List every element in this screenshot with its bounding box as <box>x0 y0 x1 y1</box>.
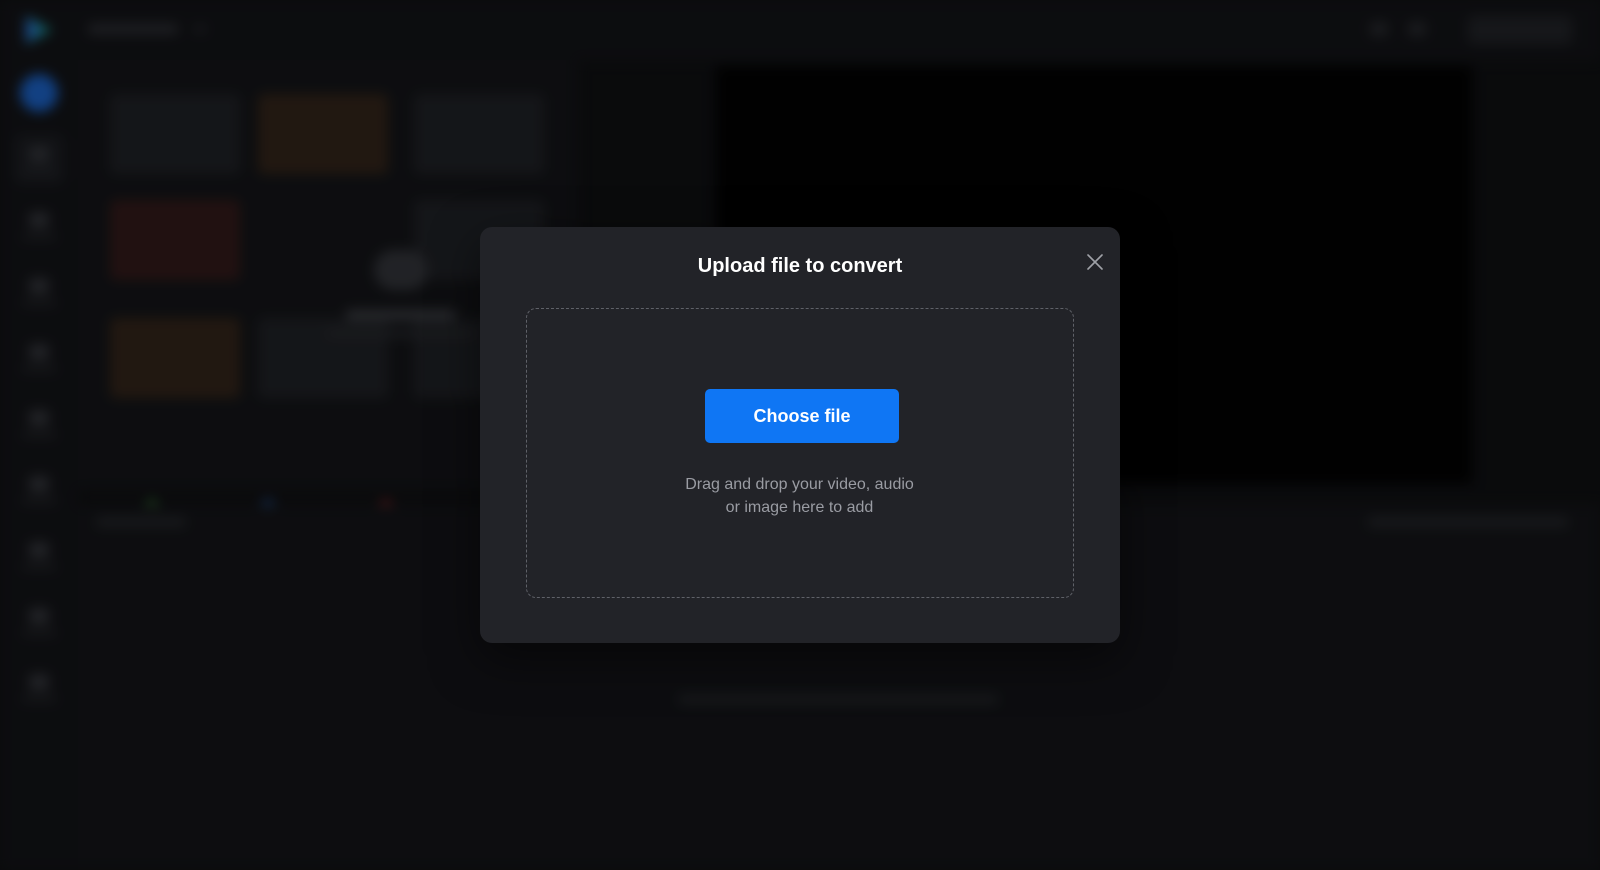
drop-zone[interactable]: Choose file Drag and drop your video, au… <box>526 308 1074 598</box>
choose-file-button[interactable]: Choose file <box>705 389 899 443</box>
drop-hint: Drag and drop your video, audio or image… <box>527 473 1072 519</box>
drop-hint-line1: Drag and drop your video, audio <box>685 476 914 493</box>
drop-hint-line2: or image here to add <box>725 499 874 516</box>
upload-dialog: Upload file to convert Choose file Drag … <box>480 227 1120 643</box>
close-icon <box>1087 254 1103 270</box>
close-button[interactable] <box>1080 247 1110 277</box>
dialog-title: Upload file to convert <box>697 255 903 277</box>
